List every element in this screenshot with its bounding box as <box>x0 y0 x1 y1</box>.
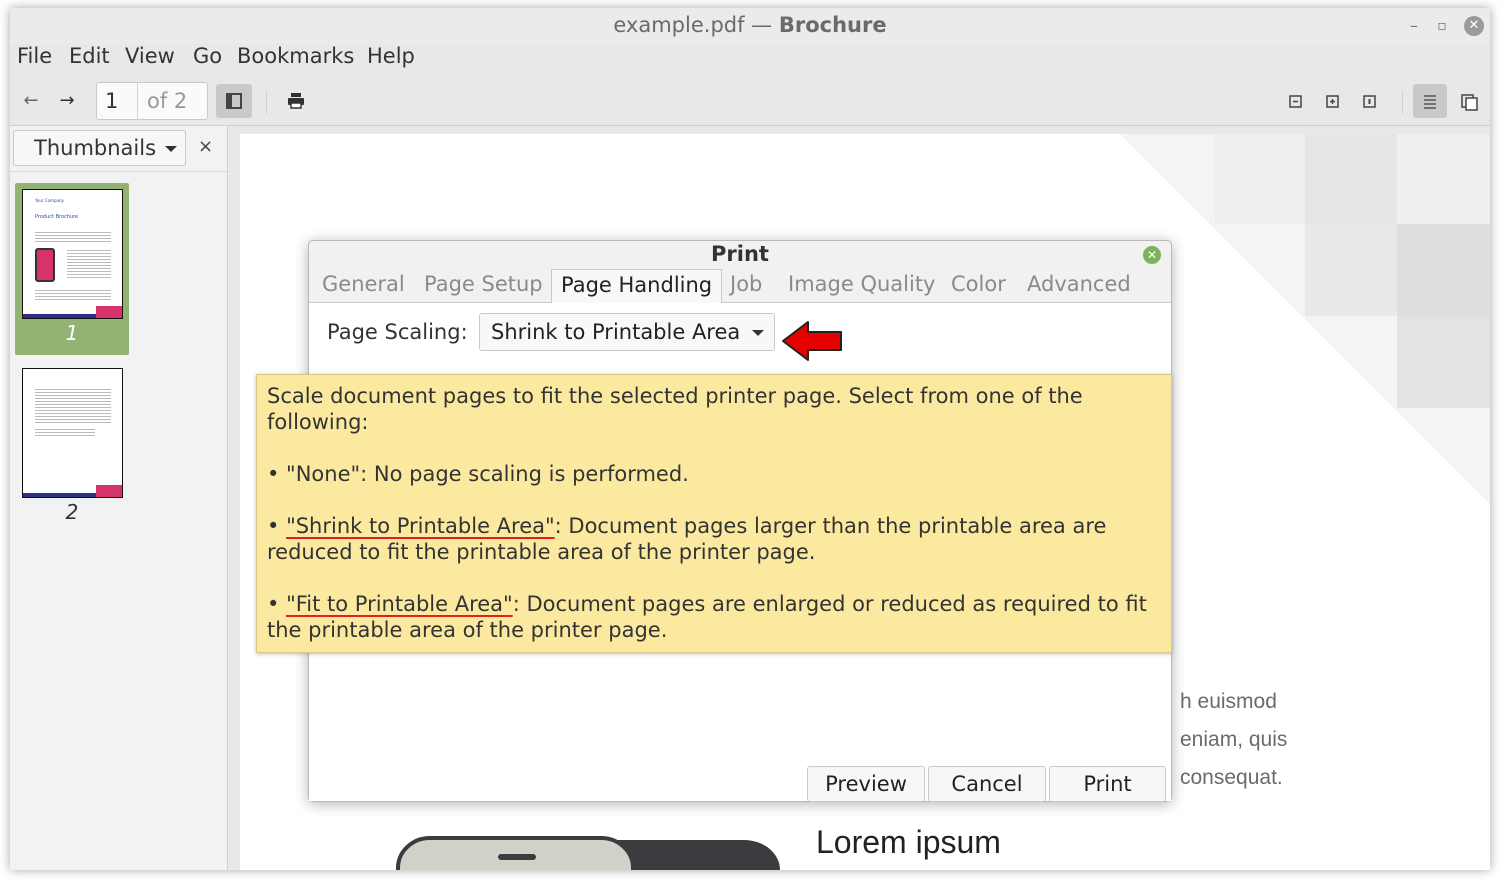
menu-go[interactable]: Go <box>193 44 222 68</box>
zoom-original-icon <box>1363 95 1376 108</box>
shrink-option-name: "Shrink to Printable Area" <box>286 514 555 538</box>
continuous-mode-button[interactable] <box>1413 84 1447 118</box>
toolbar-separator-right <box>1402 90 1403 114</box>
thumb-text-lines-2 <box>67 248 111 278</box>
continuous-pages-icon <box>1424 95 1436 109</box>
tooltip-none-item: • "None": No page scaling is performed. <box>267 462 689 486</box>
sidebar-icon <box>226 93 242 109</box>
printer-icon <box>288 93 304 109</box>
menu-bookmarks[interactable]: Bookmarks <box>237 44 354 68</box>
chevron-down-icon <box>752 330 764 336</box>
zoom-out-button[interactable] <box>1285 90 1307 112</box>
page-number-box: 1 of 2 <box>96 82 208 120</box>
page-count-label: of 2 <box>147 89 188 113</box>
menu-help[interactable]: Help <box>367 44 415 68</box>
thumbnail-page-1[interactable]: Your Company Product Brochure 1 <box>15 183 129 355</box>
page-number-input[interactable]: 1 <box>105 89 135 113</box>
chevron-down-icon <box>165 146 177 152</box>
phone-illustration <box>396 836 780 870</box>
page-scaling-select[interactable]: Shrink to Printable Area <box>479 313 775 351</box>
preview-button[interactable]: Preview <box>807 766 925 802</box>
thumbnail-label-2: 2 <box>65 500 79 524</box>
forward-arrow-icon[interactable]: → <box>56 90 78 112</box>
window-title: example.pdf — Brochure <box>613 13 887 37</box>
tab-color[interactable]: Color <box>951 272 1006 296</box>
menu-edit[interactable]: Edit <box>69 44 110 68</box>
maximize-button[interactable]: ▫ <box>1432 16 1452 36</box>
document-heading: Lorem ipsum <box>816 824 1001 860</box>
menu-bar: File Edit View Go Bookmarks Help <box>10 44 1490 74</box>
cancel-button[interactable]: Cancel <box>928 766 1046 802</box>
tab-image-quality[interactable]: Image Quality <box>788 272 935 296</box>
page-scaling-label: Page Scaling: <box>327 320 468 344</box>
red-arrow-annotation-icon <box>782 321 842 361</box>
close-sidebar-icon[interactable]: × <box>198 136 213 157</box>
thumbnail-image: Your Company Product Brochure <box>22 189 123 319</box>
zoom-original-button[interactable] <box>1359 90 1381 112</box>
thumbnail-page-2[interactable]: 2 <box>15 362 129 534</box>
zoom-in-button[interactable] <box>1322 90 1344 112</box>
page-box-divider <box>137 83 138 119</box>
thumb-text-lines <box>35 230 111 244</box>
sidebar-mode-select[interactable]: Thumbnails <box>13 130 186 166</box>
thumb-heading-text: Product Brochure <box>35 214 79 220</box>
fit-option-name: "Fit to Printable Area" <box>286 592 513 616</box>
dual-page-icon <box>1461 94 1478 111</box>
dialog-close-icon[interactable]: ✕ <box>1143 246 1161 264</box>
thumb-footer-accent <box>96 306 122 318</box>
print-button[interactable] <box>285 90 307 112</box>
zoom-in-icon <box>1326 95 1339 108</box>
sidebar-divider <box>10 171 227 172</box>
tab-general[interactable]: General <box>322 272 405 296</box>
thumb-text-lines-3 <box>35 288 111 300</box>
document-text-line-2: eniam, quis <box>1180 728 1288 751</box>
dual-page-button[interactable] <box>1458 90 1480 112</box>
print-confirm-button[interactable]: Print <box>1049 766 1166 802</box>
document-text-line-3: consequat. <box>1180 766 1283 789</box>
menu-view[interactable]: View <box>125 44 175 68</box>
page-scaling-value: Shrink to Printable Area <box>491 320 741 344</box>
thumb-footer-accent <box>96 485 122 497</box>
thumb-company-text: Your Company <box>35 198 64 203</box>
tab-job[interactable]: Job <box>730 272 762 296</box>
tooltip-intro: Scale document pages to fit the selected… <box>267 384 1083 434</box>
thumb-text-lines <box>35 387 111 423</box>
dialog-tab-bar: General Page Setup Page Handling Job Ima… <box>309 269 1171 303</box>
thumb-text-lines-2 <box>35 427 95 437</box>
toolbar-separator <box>266 90 267 114</box>
thumbnail-label-1: 1 <box>65 321 79 345</box>
back-arrow-icon[interactable]: ← <box>20 90 42 112</box>
toolbar: ← → 1 of 2 <box>10 76 1490 126</box>
sidebar-toggle-button[interactable] <box>216 84 252 118</box>
tooltip-shrink-item: • "Shrink to Printable Area": Document p… <box>267 514 1107 564</box>
sidebar-mode-label: Thumbnails <box>34 136 157 160</box>
title-bar: example.pdf — Brochure – ▫ ✕ <box>10 8 1490 44</box>
thumbnail-image <box>22 368 123 498</box>
menu-file[interactable]: File <box>17 44 52 68</box>
zoom-out-icon <box>1289 95 1302 108</box>
sidebar: Thumbnails × Your Company Product Brochu… <box>10 126 228 870</box>
dialog-title: Print <box>711 242 769 266</box>
tab-page-handling[interactable]: Page Handling <box>551 269 723 303</box>
document-text-line-1: h euismod <box>1180 690 1277 713</box>
minimize-button[interactable]: – <box>1404 16 1424 36</box>
thumb-phone-image <box>35 248 55 282</box>
tab-page-setup[interactable]: Page Setup <box>424 272 543 296</box>
tab-advanced[interactable]: Advanced <box>1027 272 1131 296</box>
page-scaling-tooltip: Scale document pages to fit the selected… <box>256 374 1172 653</box>
close-window-button[interactable]: ✕ <box>1464 16 1484 36</box>
tooltip-fit-item: • "Fit to Printable Area": Document page… <box>267 592 1147 642</box>
